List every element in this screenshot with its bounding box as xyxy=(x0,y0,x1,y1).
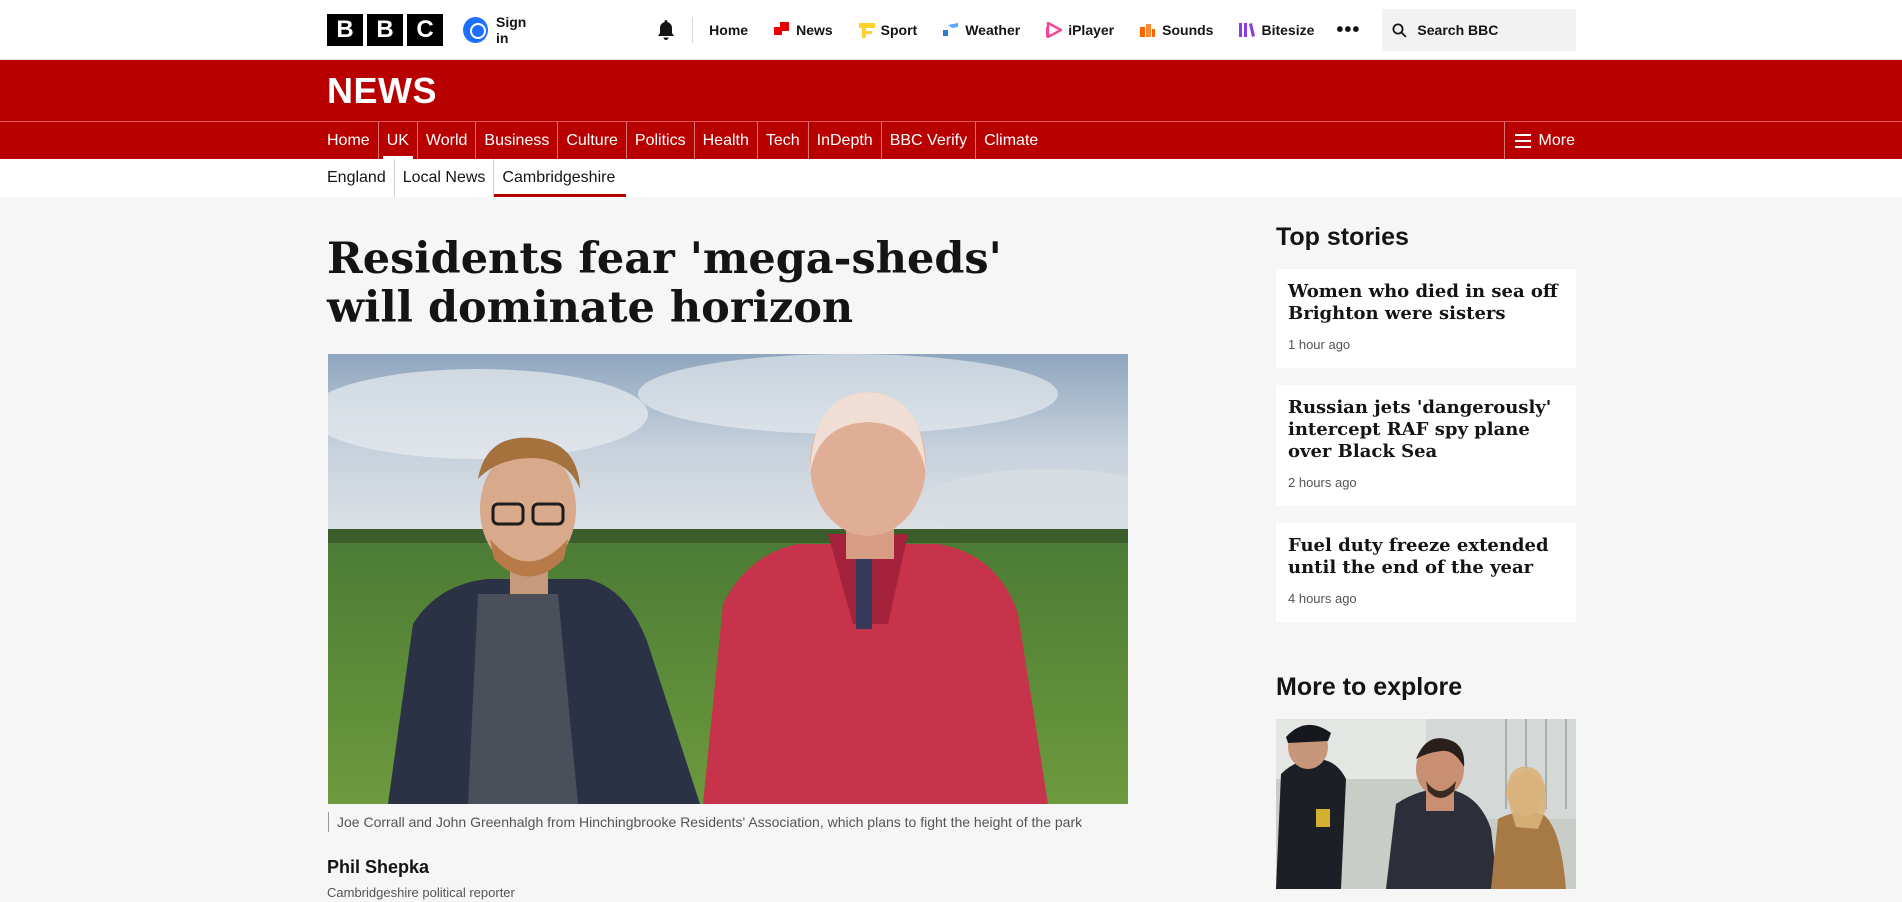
top-story-card[interactable]: Women who died in sea off Brighton were … xyxy=(1276,269,1576,368)
news-banner: NEWS xyxy=(0,60,1902,121)
global-header: B B C Sign in Home News Sport Weather iP… xyxy=(0,0,1902,60)
global-nav-label: Weather xyxy=(965,22,1021,38)
sub-nav-local-news[interactable]: Local News xyxy=(395,159,495,197)
sounds-icon xyxy=(1140,22,1156,38)
sign-in-link[interactable]: Sign in xyxy=(463,14,541,46)
author-role: Cambridgeshire political reporter xyxy=(327,885,515,900)
global-nav-iplayer[interactable]: iPlayer xyxy=(1046,20,1115,40)
sub-nav: England Local News Cambridgeshire xyxy=(0,159,1902,197)
iplayer-icon xyxy=(1046,20,1064,40)
top-story-title[interactable]: Women who died in sea off Brighton were … xyxy=(1288,281,1564,325)
section-nav-climate[interactable]: Climate xyxy=(976,122,1046,160)
sub-nav-england[interactable]: England xyxy=(327,159,395,197)
article-hero-image xyxy=(328,354,1128,804)
nav-divider xyxy=(692,17,694,43)
bbc-logo[interactable]: B B C xyxy=(327,14,443,46)
global-nav: Home News Sport Weather iPlayer Sounds B… xyxy=(709,19,1382,42)
top-stories-heading: Top stories xyxy=(1276,223,1409,251)
news-icon xyxy=(774,22,790,38)
notifications-bell-icon[interactable] xyxy=(655,19,676,41)
global-nav-news[interactable]: News xyxy=(774,22,833,38)
image-caption: Joe Corrall and John Greenhalgh from Hin… xyxy=(328,812,1082,832)
news-logo[interactable]: NEWS xyxy=(327,70,437,112)
menu-icon xyxy=(1514,134,1531,148)
global-nav-label: News xyxy=(796,22,833,38)
section-nav-health[interactable]: Health xyxy=(695,122,758,160)
global-nav-bitesize[interactable]: Bitesize xyxy=(1239,22,1314,38)
section-nav-politics[interactable]: Politics xyxy=(627,122,695,160)
weather-icon xyxy=(943,22,959,38)
section-nav-tech[interactable]: Tech xyxy=(758,122,809,160)
account-icon xyxy=(463,17,489,43)
top-story-time: 4 hours ago xyxy=(1288,591,1357,606)
search-placeholder: Search BBC xyxy=(1417,22,1499,38)
article-author: Phil Shepka xyxy=(327,857,430,877)
logo-letter: B xyxy=(327,14,363,46)
section-nav-culture[interactable]: Culture xyxy=(558,122,627,160)
more-to-explore-heading: More to explore xyxy=(1276,673,1463,701)
bitesize-icon xyxy=(1239,22,1256,38)
top-story-time: 1 hour ago xyxy=(1288,337,1351,352)
global-nav-sounds[interactable]: Sounds xyxy=(1140,22,1213,38)
sign-in-label: Sign in xyxy=(496,14,527,46)
global-nav-label: Bitesize xyxy=(1261,22,1315,38)
global-nav-weather[interactable]: Weather xyxy=(943,22,1020,38)
logo-letter: C xyxy=(407,14,443,46)
section-nav-uk[interactable]: UK xyxy=(379,122,418,160)
section-nav-bbc-verify[interactable]: BBC Verify xyxy=(882,122,977,160)
sport-icon xyxy=(858,22,875,38)
global-nav-label: Home xyxy=(709,22,749,38)
global-nav-home[interactable]: Home xyxy=(709,22,748,38)
top-story-card[interactable]: Fuel duty freeze extended until the end … xyxy=(1276,523,1576,622)
global-nav-label: Sport xyxy=(880,22,918,38)
more-links-menu[interactable]: ••• xyxy=(1336,19,1360,42)
top-story-title[interactable]: Fuel duty freeze extended until the end … xyxy=(1288,535,1564,579)
article-headline: Residents fear 'mega-sheds' will dominat… xyxy=(327,234,1002,333)
section-more-label: More xyxy=(1538,132,1575,149)
search-icon xyxy=(1392,23,1407,38)
top-story-title[interactable]: Russian jets 'dangerously' intercept RAF… xyxy=(1288,397,1564,463)
global-nav-label: iPlayer xyxy=(1068,22,1115,38)
top-story-card[interactable]: Russian jets 'dangerously' intercept RAF… xyxy=(1276,385,1576,506)
sub-nav-cambridgeshire[interactable]: Cambridgeshire xyxy=(494,159,627,197)
section-nav-business[interactable]: Business xyxy=(476,122,559,160)
main-content: Residents fear 'mega-sheds' will dominat… xyxy=(0,197,1902,902)
logo-letter: B xyxy=(367,14,403,46)
explore-story-image[interactable] xyxy=(1276,719,1576,889)
top-story-time: 2 hours ago xyxy=(1288,475,1357,490)
section-nav-indepth[interactable]: InDepth xyxy=(809,122,882,160)
section-nav-home[interactable]: Home xyxy=(327,122,379,160)
section-more-button[interactable]: More xyxy=(1503,122,1575,160)
section-nav-world[interactable]: World xyxy=(418,122,477,160)
global-nav-label: Sounds xyxy=(1162,22,1214,38)
global-nav-sport[interactable]: Sport xyxy=(858,22,918,38)
search-input[interactable]: Search BBC xyxy=(1382,9,1576,51)
section-nav: Home UK World Business Culture Politics … xyxy=(0,121,1902,160)
